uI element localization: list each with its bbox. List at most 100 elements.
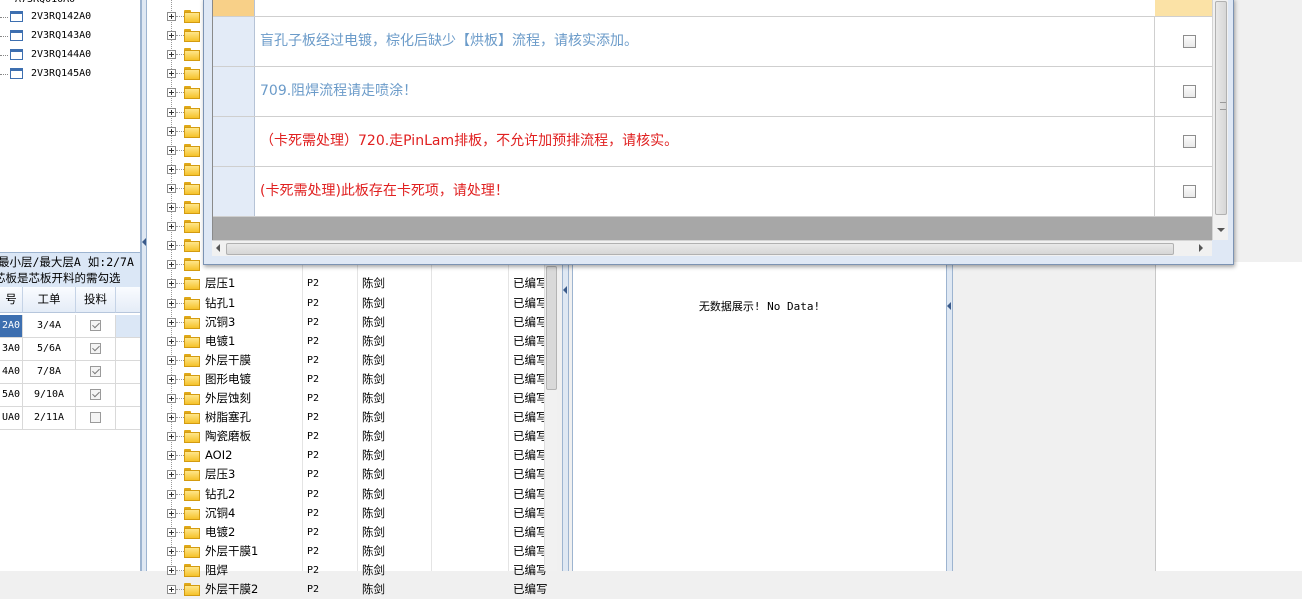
process-owner: 陈剑 bbox=[362, 372, 385, 386]
message-checkbox[interactable] bbox=[1183, 35, 1196, 48]
expand-icon[interactable] bbox=[167, 50, 176, 59]
dialog-vertical-scrollbar[interactable] bbox=[1212, 0, 1228, 240]
message-row[interactable]: （卡死需处理）720.走PinLam排板，不允许加预排流程，请核实。 bbox=[213, 117, 1213, 167]
expand-icon[interactable] bbox=[167, 528, 176, 537]
expand-icon[interactable] bbox=[167, 31, 176, 40]
vertical-splitter[interactable] bbox=[562, 262, 569, 571]
expand-icon[interactable] bbox=[167, 260, 176, 269]
scrollbar-thumb[interactable] bbox=[226, 243, 1174, 255]
process-row[interactable]: 钻孔2 P2 陈剑 已编写 bbox=[147, 485, 557, 504]
process-row[interactable]: 层压1 P2 陈剑 已编写 bbox=[147, 274, 557, 293]
message-row[interactable]: (卡死需处理)此板存在卡死项，请处理！ bbox=[213, 167, 1213, 217]
expand-icon[interactable] bbox=[167, 356, 176, 365]
expand-icon[interactable] bbox=[167, 337, 176, 346]
process-row[interactable]: 外层干膜1 P2 陈剑 已编写 bbox=[147, 542, 557, 561]
message-checkbox[interactable] bbox=[1183, 185, 1196, 198]
expand-icon[interactable] bbox=[167, 432, 176, 441]
process-status: 已编写 bbox=[513, 487, 547, 501]
process-row[interactable]: 外层干膜2 P2 陈剑 已编写 bbox=[147, 580, 557, 599]
expand-icon[interactable] bbox=[167, 375, 176, 384]
expand-icon[interactable] bbox=[167, 12, 176, 21]
scrollbar-thumb[interactable] bbox=[1215, 1, 1227, 215]
expand-icon[interactable] bbox=[167, 451, 176, 460]
tree-item[interactable]: 2V3RQ144A0 bbox=[0, 46, 140, 64]
feed-checkbox[interactable] bbox=[90, 342, 101, 354]
process-row[interactable]: 沉铜4 P2 陈剑 已编写 bbox=[147, 504, 557, 523]
scroll-down-icon[interactable] bbox=[1217, 228, 1225, 232]
selected-cell[interactable] bbox=[1155, 0, 1213, 16]
tree-item[interactable]: 2V3RQ142A0 bbox=[0, 8, 140, 26]
expand-icon[interactable] bbox=[167, 547, 176, 556]
column-header[interactable]: 投料 bbox=[76, 287, 116, 313]
process-row[interactable]: 钻孔1 P2 陈剑 已编写 bbox=[147, 294, 557, 313]
message-row[interactable]: 盲孔子板经过电镀，棕化后缺少【烘板】流程，请核实添加。 bbox=[213, 17, 1213, 67]
expand-icon[interactable] bbox=[167, 203, 176, 212]
process-row[interactable]: 沉铜3 P2 陈剑 已编写 bbox=[147, 313, 557, 332]
expand-icon[interactable] bbox=[167, 490, 176, 499]
expand-icon[interactable] bbox=[167, 88, 176, 97]
expand-icon[interactable] bbox=[167, 585, 176, 594]
feed-checkbox[interactable] bbox=[90, 319, 101, 331]
feed-checkbox[interactable] bbox=[90, 365, 101, 377]
dialog-horizontal-scrollbar[interactable] bbox=[212, 240, 1212, 256]
table-row[interactable]: 2A0 3/4A bbox=[0, 315, 140, 338]
process-row[interactable]: 层压3 P2 陈剑 已编写 bbox=[147, 465, 557, 484]
process-row[interactable]: 电镀2 P2 陈剑 已编写 bbox=[147, 523, 557, 542]
column-header[interactable]: 号 bbox=[0, 287, 23, 313]
process-row[interactable]: AOI2 P2 陈剑 已编写 bbox=[147, 446, 557, 465]
expand-icon[interactable] bbox=[167, 69, 176, 78]
table-row[interactable]: 4A0 7/8A bbox=[0, 361, 140, 384]
table-row[interactable]: 3A0 5/6A bbox=[0, 338, 140, 361]
feed-checkbox-cell[interactable] bbox=[76, 361, 116, 383]
expand-icon[interactable] bbox=[167, 279, 176, 288]
feed-checkbox-cell[interactable] bbox=[76, 384, 116, 406]
process-name: 钻孔1 bbox=[205, 296, 236, 310]
tree-item[interactable]: 2V3RQ145A0 bbox=[0, 65, 140, 83]
tree-item[interactable]: 2V3RQ143A0 bbox=[0, 27, 140, 45]
column-header[interactable]: 工单 bbox=[23, 287, 76, 313]
scroll-right-icon[interactable] bbox=[1199, 244, 1203, 252]
expand-icon[interactable] bbox=[167, 299, 176, 308]
collapse-left-icon[interactable] bbox=[947, 302, 951, 310]
feed-checkbox[interactable] bbox=[90, 411, 101, 423]
tree-grid-scrollbar[interactable] bbox=[544, 262, 557, 571]
vertical-splitter[interactable] bbox=[946, 262, 953, 571]
collapse-left-icon[interactable] bbox=[142, 238, 146, 246]
folder-icon bbox=[184, 182, 200, 195]
collapse-left-icon[interactable] bbox=[563, 286, 567, 294]
process-row[interactable]: 电镀1 P2 陈剑 已编写 bbox=[147, 332, 557, 351]
process-row[interactable]: 外层干膜 P2 陈剑 已编写 bbox=[147, 351, 557, 370]
table-row-selected[interactable] bbox=[213, 0, 1213, 17]
expand-icon[interactable] bbox=[167, 413, 176, 422]
expand-icon[interactable] bbox=[167, 108, 176, 117]
process-row[interactable]: 外层蚀刻 P2 陈剑 已编写 bbox=[147, 389, 557, 408]
table-row[interactable]: UA0 2/11A bbox=[0, 407, 140, 430]
expand-icon[interactable] bbox=[167, 318, 176, 327]
feed-checkbox-cell[interactable] bbox=[76, 407, 116, 429]
process-level: P2 bbox=[307, 278, 320, 289]
process-row[interactable]: 陶瓷磨板 P2 陈剑 已编写 bbox=[147, 427, 557, 446]
expand-icon[interactable] bbox=[167, 184, 176, 193]
expand-icon[interactable] bbox=[167, 394, 176, 403]
scroll-left-icon[interactable] bbox=[216, 244, 220, 252]
message-checkbox[interactable] bbox=[1183, 135, 1196, 148]
expand-icon[interactable] bbox=[167, 470, 176, 479]
message-row[interactable]: 709.阻焊流程请走喷涂！ bbox=[213, 67, 1213, 117]
expand-icon[interactable] bbox=[167, 241, 176, 250]
scrollbar-thumb[interactable] bbox=[546, 266, 557, 390]
feed-checkbox-cell[interactable] bbox=[76, 315, 116, 337]
feed-checkbox[interactable] bbox=[90, 388, 101, 400]
message-checkbox[interactable] bbox=[1183, 85, 1196, 98]
expand-icon[interactable] bbox=[167, 127, 176, 136]
process-row[interactable]: 树脂塞孔 P2 陈剑 已编写 bbox=[147, 408, 557, 427]
tree-connector bbox=[176, 360, 184, 361]
expand-icon[interactable] bbox=[167, 509, 176, 518]
feed-checkbox-cell[interactable] bbox=[76, 338, 116, 360]
table-row[interactable]: 5A0 9/10A bbox=[0, 384, 140, 407]
process-row[interactable]: 图形电镀 P2 陈剑 已编写 bbox=[147, 370, 557, 389]
process-level: P2 bbox=[307, 469, 320, 480]
expand-icon[interactable] bbox=[167, 222, 176, 231]
expand-icon[interactable] bbox=[167, 146, 176, 155]
process-name: 层压3 bbox=[205, 467, 236, 481]
expand-icon[interactable] bbox=[167, 165, 176, 174]
